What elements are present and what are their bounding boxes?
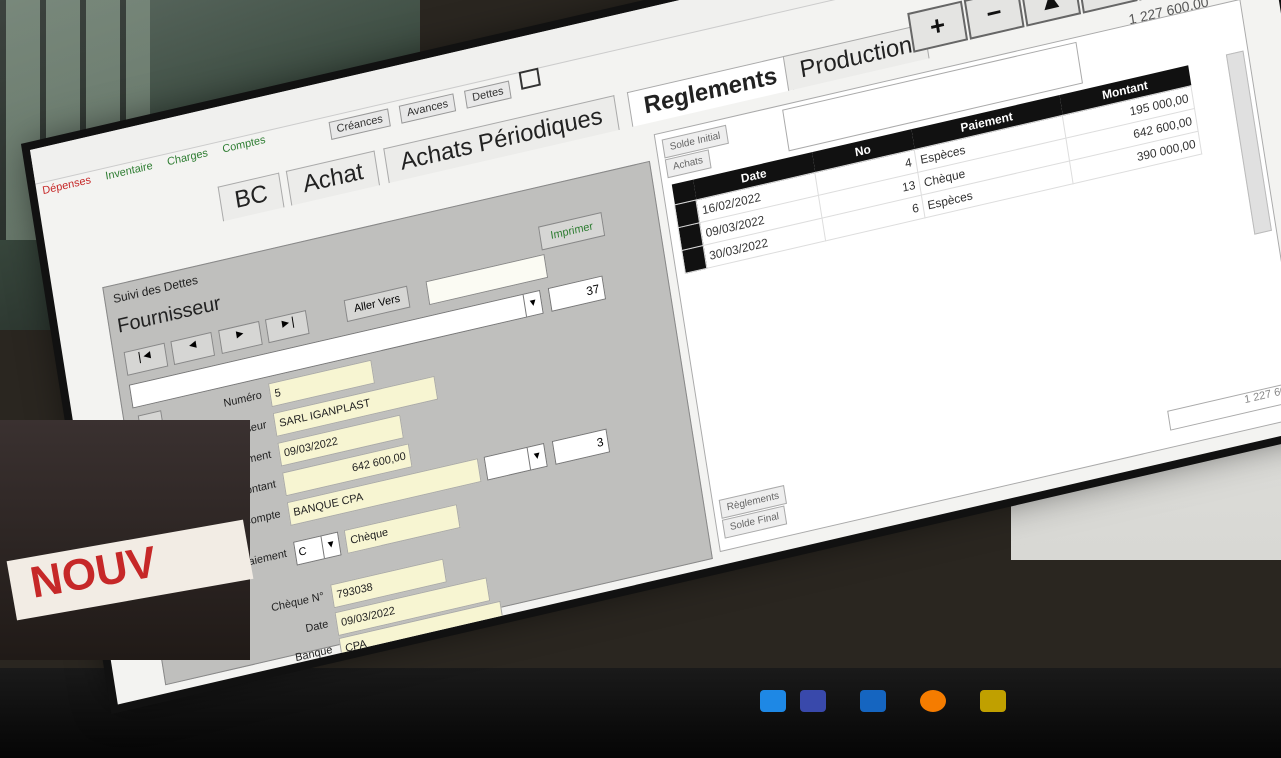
vertical-scrollbar[interactable]: [1225, 50, 1272, 235]
dettes-button[interactable]: Dettes: [464, 80, 512, 109]
taskbar-app-icon[interactable]: [980, 690, 1006, 712]
prev-record-button[interactable]: ◄: [170, 331, 216, 365]
chevron-down-icon[interactable]: ▼: [522, 291, 543, 317]
creances-button[interactable]: Créances: [328, 108, 391, 140]
print-button[interactable]: Imprimer: [538, 211, 606, 251]
taskbar-app-icon[interactable]: [860, 690, 886, 712]
poster: NOUV: [0, 420, 254, 660]
chevron-down-icon[interactable]: ▼: [320, 532, 341, 559]
add-button[interactable]: +: [907, 0, 969, 53]
up-button[interactable]: ▲: [1020, 0, 1082, 27]
firefox-icon[interactable]: [920, 690, 946, 712]
paiement-code-combo[interactable]: C ▼: [293, 531, 342, 566]
taskbar-app-icon[interactable]: [800, 690, 826, 712]
compte-count: 3: [551, 428, 611, 465]
paiement-code: C: [297, 545, 308, 559]
next-record-button[interactable]: ►: [218, 320, 263, 355]
compte-combo[interactable]: ▼: [483, 442, 548, 481]
chevron-down-icon[interactable]: ▼: [526, 444, 547, 470]
aller-vers-button[interactable]: Aller Vers: [343, 285, 411, 323]
tab-bc[interactable]: BC: [217, 172, 285, 222]
first-record-button[interactable]: |◄: [123, 342, 169, 376]
last-record-button[interactable]: ►|: [265, 309, 310, 344]
paiement-field[interactable]: Chèque: [343, 504, 461, 554]
avances-button[interactable]: Avances: [398, 93, 457, 124]
save-icon[interactable]: [518, 67, 541, 90]
taskbar-app-icon[interactable]: [760, 690, 786, 712]
tab-achat[interactable]: Achat: [285, 150, 381, 206]
remove-button[interactable]: −: [963, 0, 1025, 40]
total-bottom: 1 227 60: [1167, 382, 1281, 431]
tab-bar: BC Achat Achats Périodiques Reglements P…: [101, 23, 930, 254]
record-count: 37: [547, 275, 607, 312]
